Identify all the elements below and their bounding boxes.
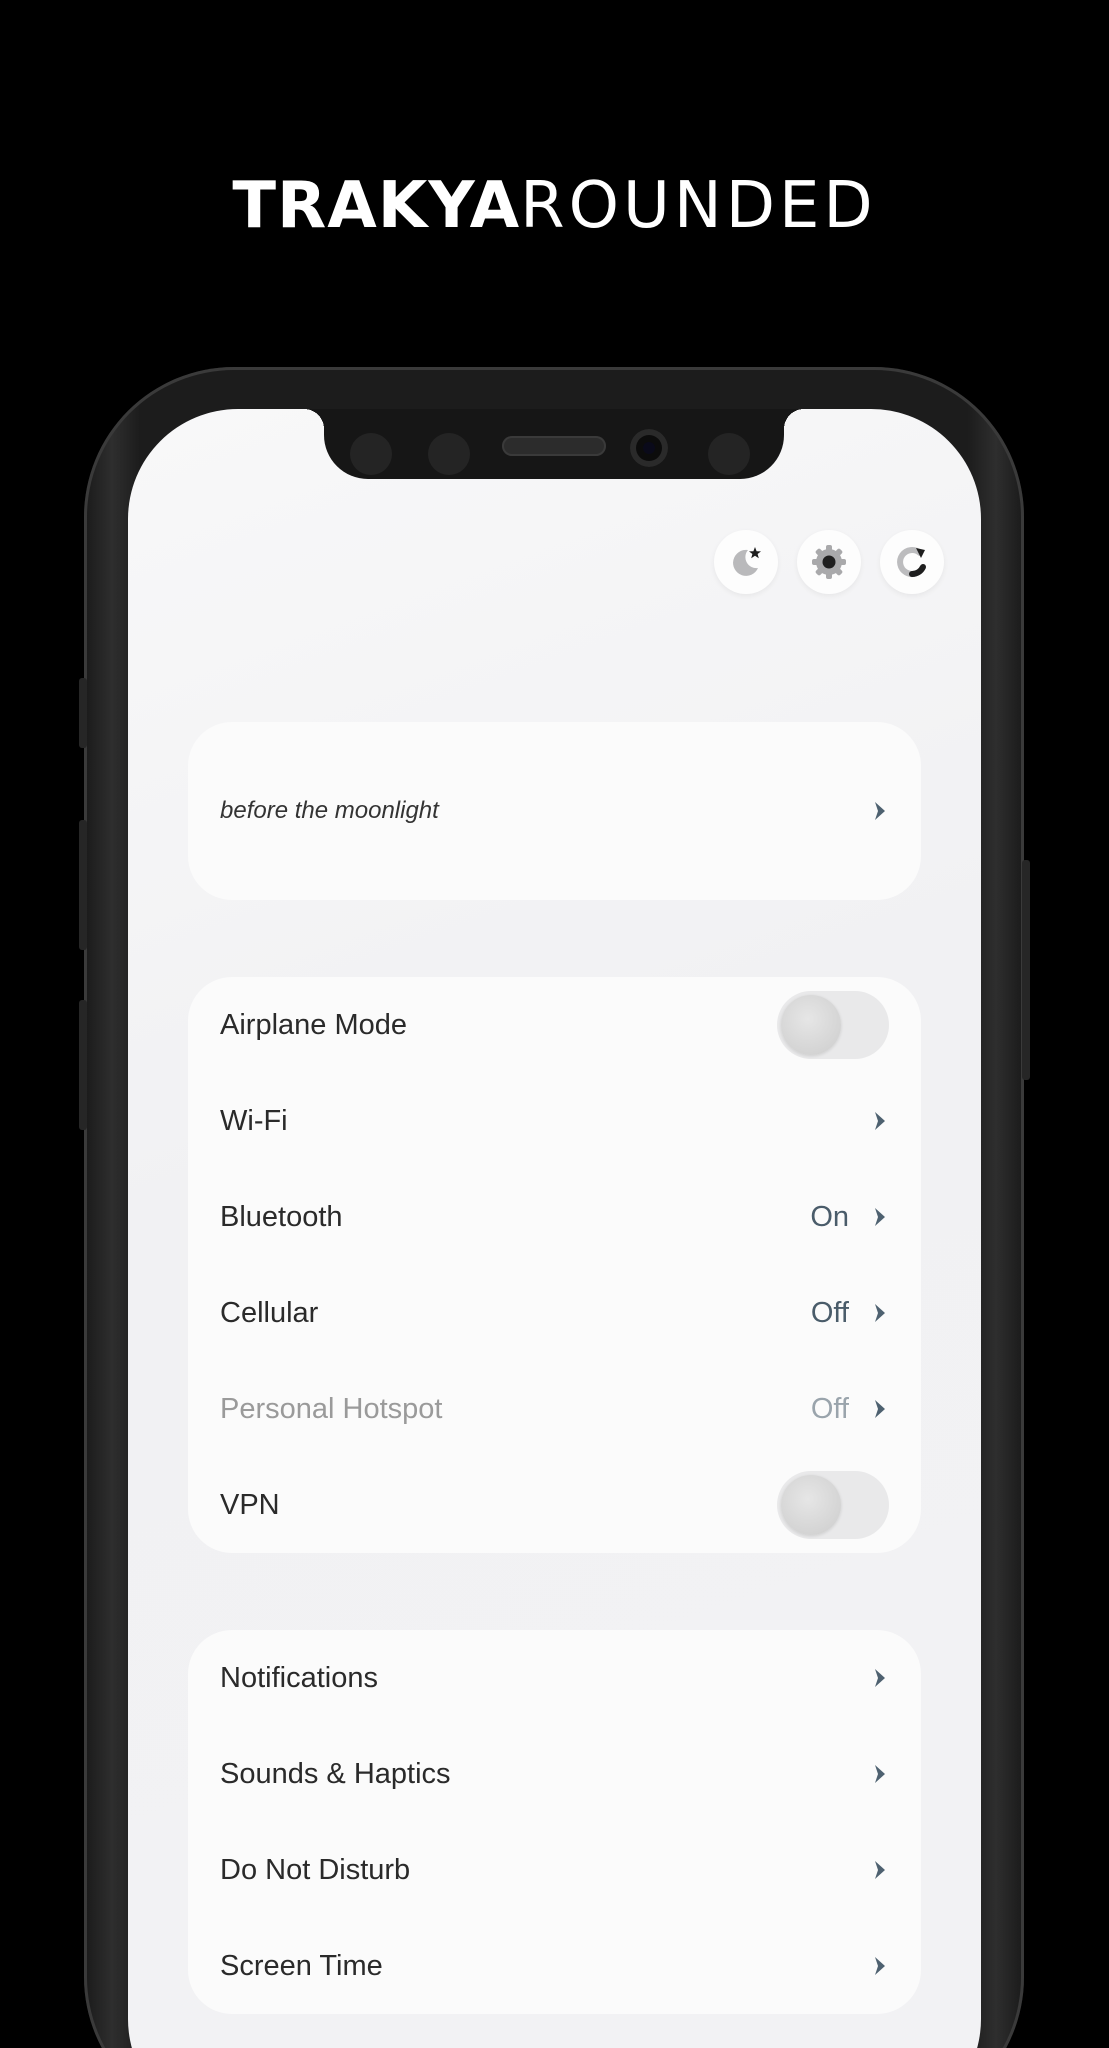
- screen-time-row[interactable]: Screen Time: [220, 1918, 889, 2014]
- vpn-toggle[interactable]: [777, 1471, 889, 1539]
- vpn-label: VPN: [220, 1488, 280, 1521]
- personal-hotspot-label: Personal Hotspot: [220, 1392, 443, 1425]
- chevron-right-icon: [871, 1953, 889, 1979]
- screen-time-label: Screen Time: [220, 1949, 383, 1982]
- chevron-right-icon: [871, 1204, 889, 1230]
- featured-row[interactable]: before the moonlight: [220, 763, 889, 859]
- refresh-button[interactable]: [880, 530, 944, 594]
- featured-card[interactable]: before the moonlight: [188, 722, 921, 900]
- personal-hotspot-value: Off: [810, 1392, 849, 1425]
- toggle-knob: [781, 1475, 841, 1535]
- do-not-disturb-label: Do Not Disturb: [220, 1853, 411, 1886]
- notch: [304, 409, 804, 479]
- gear-icon: [812, 545, 846, 579]
- do-not-disturb-row[interactable]: Do Not Disturb: [220, 1822, 889, 1918]
- featured-label: before the moonlight: [220, 797, 439, 824]
- chevron-right-icon: [871, 1857, 889, 1883]
- phone-silent-switch: [79, 678, 87, 748]
- notifications-label: Notifications: [220, 1661, 378, 1694]
- cellular-label: Cellular: [220, 1296, 319, 1329]
- airplane-mode-row[interactable]: Airplane Mode: [220, 977, 889, 1073]
- phone-volume-down: [79, 1000, 87, 1130]
- airplane-mode-label: Airplane Mode: [220, 1008, 407, 1041]
- notch-sensor: [428, 433, 470, 475]
- bluetooth-label: Bluetooth: [220, 1200, 343, 1233]
- chevron-right-icon: [871, 798, 889, 824]
- chevron-right-icon: [871, 1108, 889, 1134]
- notch-sensor: [708, 433, 750, 475]
- refresh-icon: [897, 547, 926, 578]
- night-mode-button[interactable]: [714, 530, 778, 594]
- cellular-row[interactable]: Cellular Off: [220, 1265, 889, 1361]
- bluetooth-row[interactable]: Bluetooth On: [220, 1169, 889, 1265]
- connectivity-card: Airplane Mode Wi-Fi Bluetooth On Cellula…: [188, 977, 921, 1553]
- notch-sensor: [350, 433, 392, 475]
- vpn-row[interactable]: VPN: [220, 1457, 889, 1553]
- headline: TRAKYAROUNDED: [0, 170, 1109, 242]
- chevron-right-icon: [871, 1300, 889, 1326]
- chevron-right-icon: [871, 1396, 889, 1422]
- settings-button[interactable]: [797, 530, 861, 594]
- wifi-row[interactable]: Wi-Fi: [220, 1073, 889, 1169]
- toggle-knob: [781, 995, 841, 1055]
- bluetooth-value: On: [810, 1200, 849, 1233]
- moon-star-icon: [733, 547, 761, 576]
- headline-light: ROUNDED: [520, 169, 877, 243]
- earpiece-speaker: [502, 436, 606, 456]
- sounds-haptics-row[interactable]: Sounds & Haptics: [220, 1726, 889, 1822]
- general-card: Notifications Sounds & Haptics Do Not Di…: [188, 1630, 921, 2014]
- chevron-right-icon: [871, 1761, 889, 1787]
- wifi-label: Wi-Fi: [220, 1104, 288, 1137]
- airplane-mode-toggle[interactable]: [777, 991, 889, 1059]
- phone-volume-up: [79, 820, 87, 950]
- headline-bold: TRAKYA: [232, 169, 521, 243]
- front-camera: [630, 429, 668, 467]
- cellular-value: Off: [810, 1296, 849, 1329]
- phone-power-button: [1022, 860, 1030, 1080]
- sounds-haptics-label: Sounds & Haptics: [220, 1757, 451, 1790]
- chevron-right-icon: [871, 1665, 889, 1691]
- notifications-row[interactable]: Notifications: [220, 1630, 889, 1726]
- personal-hotspot-row[interactable]: Personal Hotspot Off: [220, 1361, 889, 1457]
